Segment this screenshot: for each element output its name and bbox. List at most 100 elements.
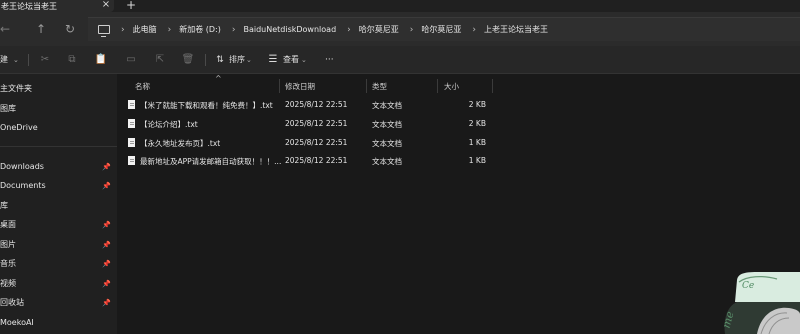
sidebar-item-label: 回收站 <box>0 298 24 307</box>
text-file-icon <box>128 100 135 109</box>
sidebar-item-label: OneDrive <box>0 123 38 132</box>
file-date: 2025/8/12 22:51 <box>285 119 348 128</box>
file-size: 2 KB <box>468 119 486 128</box>
chevron-down-icon[interactable]: ⌄ <box>301 52 307 68</box>
sidebar-item-moekoai[interactable]: MoekoAI <box>0 315 117 331</box>
pin-icon: 📌 <box>102 280 111 288</box>
column-divider[interactable] <box>366 79 367 93</box>
pin-icon: 📌 <box>102 241 111 249</box>
file-type: 文本文档 <box>372 157 402 166</box>
toolbar-divider <box>28 54 29 66</box>
chevron-down-icon[interactable]: ⌄ <box>246 52 252 68</box>
artwork-signature: Ce <box>742 281 754 291</box>
sidebar-item-label: Downloads <box>0 162 44 171</box>
delete-icon[interactable]: 🗑 <box>181 52 195 68</box>
column-divider[interactable] <box>279 79 280 93</box>
chevron-right-icon[interactable]: › <box>232 25 236 35</box>
copy-icon[interactable]: ⧉ <box>65 52 79 68</box>
chevron-right-icon[interactable]: › <box>347 25 351 35</box>
paste-icon[interactable]: 📋 <box>94 52 108 68</box>
address-bar[interactable]: › 此电脑 › 新加卷 (D:) › BaiduNetdiskDownload … <box>88 17 800 41</box>
sort-icon[interactable]: ⇅ <box>213 52 227 68</box>
sidebar-item-label: 主文件夹 <box>0 84 32 93</box>
cut-icon[interactable]: ✂ <box>38 52 52 68</box>
toolbar-divider <box>205 54 206 66</box>
sidebar-item-label: 视频 <box>0 279 16 288</box>
breadcrumb-item-download-folder[interactable]: BaiduNetdiskDownload <box>243 25 336 34</box>
breadcrumb-item-this-pc[interactable]: 此电脑 <box>133 24 157 35</box>
file-type: 文本文档 <box>372 139 402 148</box>
sidebar-item-pictures[interactable]: 图片 📌 <box>0 237 117 253</box>
tab-close-icon[interactable]: × <box>101 0 111 11</box>
sidebar-item-library[interactable]: 库 <box>0 198 117 214</box>
file-name: 最新地址及APP请发邮箱自动获取！！！... <box>140 157 282 166</box>
up-button[interactable]: ↑ <box>32 20 50 38</box>
sidebar-item-label: 库 <box>0 201 8 210</box>
sidebar-item-videos[interactable]: 视频 📌 <box>0 276 117 292</box>
navigation-bar: ← ↑ ↻ › 此电脑 › 新加卷 (D:) › BaiduNetdiskDow… <box>0 12 800 46</box>
file-row[interactable]: 最新地址及APP请发邮箱自动获取！！！... 2025/8/12 22:51 文… <box>117 153 800 171</box>
column-divider[interactable] <box>492 79 493 93</box>
tab-title: 老王论坛当老王 <box>1 1 57 11</box>
file-date: 2025/8/12 22:51 <box>285 100 348 109</box>
column-header-date[interactable]: 修改日期 <box>285 81 315 92</box>
sidebar-item-downloads[interactable]: Downloads 📌 <box>0 159 117 175</box>
back-button[interactable]: ← <box>0 20 14 38</box>
chevron-right-icon[interactable]: › <box>472 25 476 35</box>
sidebar-item-home[interactable]: 主文件夹 <box>0 81 117 97</box>
refresh-button[interactable]: ↻ <box>61 20 79 38</box>
breadcrumb-item-drive[interactable]: 新加卷 (D:) <box>179 24 221 35</box>
text-file-icon <box>128 119 135 128</box>
sidebar-item-gallery[interactable]: 图库 <box>0 101 117 117</box>
chevron-right-icon[interactable]: › <box>410 25 414 35</box>
new-button[interactable]: 建 <box>0 52 8 68</box>
chevron-right-icon[interactable]: › <box>168 25 172 35</box>
tab-active[interactable]: 老王论坛当老王 <box>0 0 114 12</box>
new-tab-button[interactable]: + <box>125 0 137 11</box>
text-file-icon <box>128 138 135 147</box>
breadcrumb-item-folder-1[interactable]: 哈尔莫尼亚 <box>359 24 399 35</box>
sidebar-item-label: Documents <box>0 181 46 190</box>
pin-icon: 📌 <box>102 260 111 268</box>
file-row[interactable]: 【米了就能下载和观看！纯免费！】.txt 2025/8/12 22:51 文本文… <box>117 97 800 115</box>
text-file-icon <box>128 156 135 165</box>
pin-icon: 📌 <box>102 163 111 171</box>
file-row[interactable]: 【论坛介绍】.txt 2025/8/12 22:51 文本文档 2 KB <box>117 116 800 134</box>
view-button[interactable]: 查看 <box>283 52 299 68</box>
command-bar: 建 ⌄ ✂ ⧉ 📋 ▭ ⇱ 🗑 ⇅ 排序 ⌄ ☰ 查看 ⌄ ··· <box>0 46 800 74</box>
breadcrumb-item-folder-2[interactable]: 哈尔莫尼亚 <box>421 24 461 35</box>
rename-icon[interactable]: ▭ <box>124 52 138 68</box>
file-size: 2 KB <box>468 100 486 109</box>
column-header-name[interactable]: 名称 <box>135 81 150 92</box>
view-icon[interactable]: ☰ <box>266 52 280 68</box>
chevron-right-icon: › <box>121 24 125 35</box>
sort-button[interactable]: 排序 <box>229 52 245 68</box>
column-header-size[interactable]: 大小 <box>444 81 459 92</box>
more-options-button[interactable]: ··· <box>325 52 334 68</box>
computer-icon <box>98 25 110 37</box>
sidebar-item-label: 音乐 <box>0 259 16 268</box>
sidebar-item-documents[interactable]: Documents 📌 <box>0 178 117 194</box>
pin-icon: 📌 <box>102 221 111 229</box>
share-icon[interactable]: ⇱ <box>153 52 167 68</box>
column-divider[interactable] <box>437 79 438 93</box>
file-size: 1 KB <box>468 138 486 147</box>
navigation-pane: 主文件夹 图库 OneDrive Downloads 📌 Documents 📌 库… <box>0 74 117 334</box>
file-row[interactable]: 【永久地址发布页】.txt 2025/8/12 22:51 文本文档 1 KB <box>117 135 800 153</box>
sidebar-item-desktop[interactable]: 桌面 📌 <box>0 217 117 233</box>
tab-bar: 老王论坛当老王 × + <box>0 0 800 12</box>
sidebar-divider <box>0 146 117 147</box>
chevron-down-icon[interactable]: ⌄ <box>13 52 19 68</box>
breadcrumb-item-current[interactable]: 上老王论坛当老王 <box>484 24 548 35</box>
sidebar-item-label: 图片 <box>0 240 16 249</box>
file-type: 文本文档 <box>372 120 402 129</box>
column-header-type[interactable]: 类型 <box>372 81 387 92</box>
file-size: 1 KB <box>468 156 486 165</box>
file-list: ^ 名称 修改日期 类型 大小 【米了就能下载和观看！纯免费！】.txt 202… <box>117 74 800 334</box>
sidebar-item-music[interactable]: 音乐 📌 <box>0 256 117 272</box>
background-artwork-image: Ce me <box>717 262 800 334</box>
file-name: 【米了就能下载和观看！纯免费！】.txt <box>140 101 273 110</box>
sidebar-item-recycle-bin[interactable]: 回收站 📌 <box>0 295 117 311</box>
pin-icon: 📌 <box>102 182 111 190</box>
sidebar-item-onedrive[interactable]: OneDrive <box>0 120 117 136</box>
